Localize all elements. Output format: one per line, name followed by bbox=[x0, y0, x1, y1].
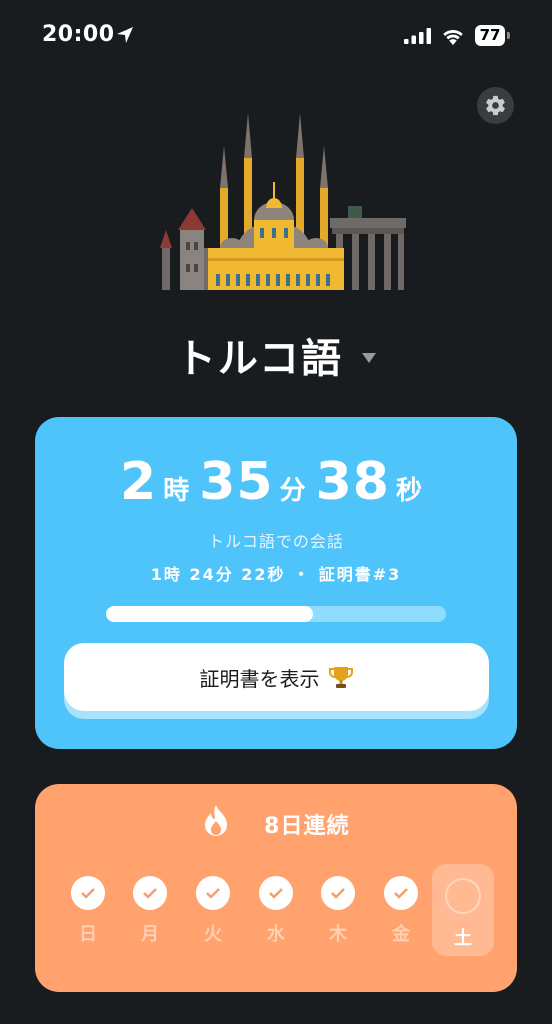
settings-button[interactable] bbox=[477, 87, 514, 124]
conversation-timer: 2 時 35 分 38 秒 bbox=[0, 452, 552, 512]
day-label: 水 bbox=[267, 924, 285, 945]
today-label: 土 bbox=[454, 928, 472, 949]
completed-check-icon bbox=[71, 876, 105, 910]
wifi-icon bbox=[443, 30, 463, 45]
completed-check-icon bbox=[384, 876, 418, 910]
empty-circle-icon bbox=[445, 878, 481, 914]
timer-hours: 2 bbox=[120, 452, 158, 512]
streak-label: 8日連続 bbox=[264, 814, 350, 839]
battery-indicator: 77 bbox=[475, 25, 505, 46]
timer-caption: トルコ語での会話 bbox=[208, 532, 344, 551]
completed-check-icon bbox=[321, 876, 355, 910]
show-certificate-label: 証明書を表示 bbox=[199, 666, 320, 691]
completed-check-icon bbox=[196, 876, 230, 910]
streak-day-sun: 日 bbox=[63, 876, 113, 946]
status-bar: 20:00 77 bbox=[0, 0, 552, 72]
timer-hours-unit: 時 bbox=[163, 476, 190, 506]
day-label: 火 bbox=[204, 924, 222, 945]
streak-header: 8日連続 bbox=[0, 805, 552, 840]
completed-check-icon bbox=[133, 876, 167, 910]
day-label: 木 bbox=[329, 924, 347, 945]
dropdown-triangle-icon bbox=[362, 353, 377, 363]
day-label: 日 bbox=[79, 924, 97, 945]
streak-day-thu: 木 bbox=[313, 876, 363, 946]
certificate-progress-fill bbox=[106, 606, 314, 622]
cellular-signal-icon bbox=[404, 28, 431, 44]
day-label: 月 bbox=[141, 924, 159, 945]
location-arrow-icon bbox=[117, 27, 133, 43]
timer-seconds: 38 bbox=[315, 452, 390, 512]
status-time: 20:00 bbox=[42, 22, 115, 47]
gear-icon bbox=[486, 95, 505, 116]
certificate-progress-bar bbox=[106, 606, 446, 622]
certificate-remaining-time: 1時 24分 22秒 ・ 証明書#3 bbox=[150, 565, 402, 584]
streak-day-wed: 水 bbox=[251, 876, 301, 946]
streak-day-mon: 月 bbox=[125, 876, 175, 946]
timer-seconds-unit: 秒 bbox=[395, 476, 422, 506]
streak-day-today: 土 bbox=[432, 864, 494, 956]
show-certificate-button[interactable]: 証明書を表示 bbox=[64, 643, 489, 711]
language-title: トルコ語 bbox=[175, 336, 344, 382]
streak-day-fri: 金 bbox=[376, 876, 426, 946]
completed-check-icon bbox=[259, 876, 293, 910]
turkey-landmarks-illustration bbox=[160, 113, 406, 290]
battery-cap bbox=[507, 32, 510, 39]
flame-icon bbox=[204, 805, 227, 836]
trophy-icon bbox=[328, 667, 353, 688]
streak-day-tue: 火 bbox=[188, 876, 238, 946]
language-selector[interactable]: トルコ語 bbox=[0, 326, 552, 384]
day-label: 金 bbox=[392, 924, 410, 945]
timer-minutes-unit: 分 bbox=[279, 476, 306, 506]
timer-minutes: 35 bbox=[199, 452, 274, 512]
